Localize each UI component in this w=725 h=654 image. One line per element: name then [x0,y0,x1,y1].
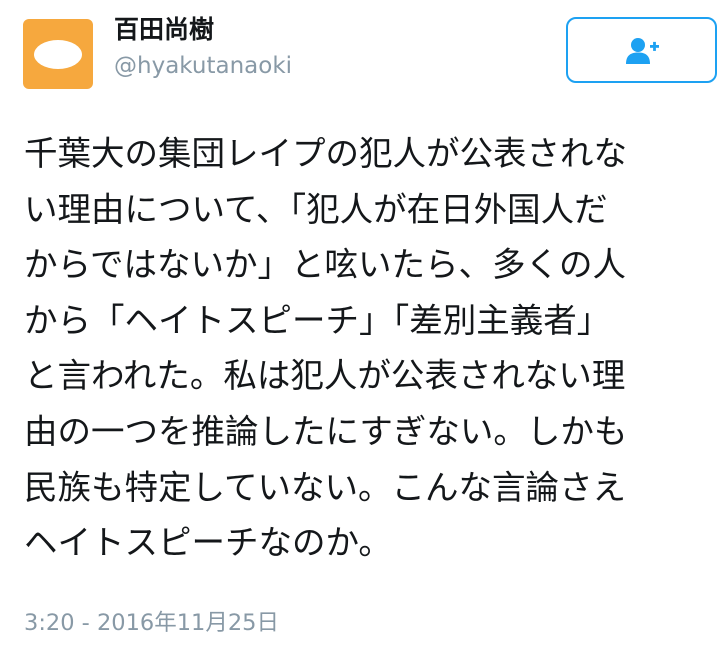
avatar-logo-shape [34,40,82,69]
tweet-text: 千葉大の集団レイプの犯人が公表されな い理由について、「犯人が在日外国人だ から… [24,126,710,571]
display-name[interactable]: 百田尚樹 [114,14,214,46]
tweet-text-line: と言われた。私は犯人が公表されない理 [24,356,626,396]
tweet-text-line: 民族も特定していない。こんな言論さえ [24,467,626,507]
tweet-text-line: 千葉大の集団レイプの犯人が公表されな [24,134,627,173]
avatar[interactable] [23,19,93,89]
timestamp[interactable]: 3:20 - 2016年11月25日 [24,608,279,638]
username[interactable]: @hyakutanaoki [114,51,292,81]
tweet-text-line: い理由について、「犯人が在日外国人だ [24,189,608,229]
tweet-card: 百田尚樹 @hyakutanaoki 千葉大の集団レイプの犯人が公表されな い理… [0,0,725,654]
tweet-text-line: から「ヘイトスピーチ」「差別主義者」 [24,300,611,340]
tweet-text-line: からではないか」と呟いたら、多くの人 [24,245,626,285]
add-user-icon [626,38,659,64]
tweet-text-line: 由の一つを推論したにすぎない。しかも [24,411,628,451]
follow-button[interactable] [566,17,717,83]
tweet-text-line: ヘイトスピーチなのか。 [24,523,392,563]
